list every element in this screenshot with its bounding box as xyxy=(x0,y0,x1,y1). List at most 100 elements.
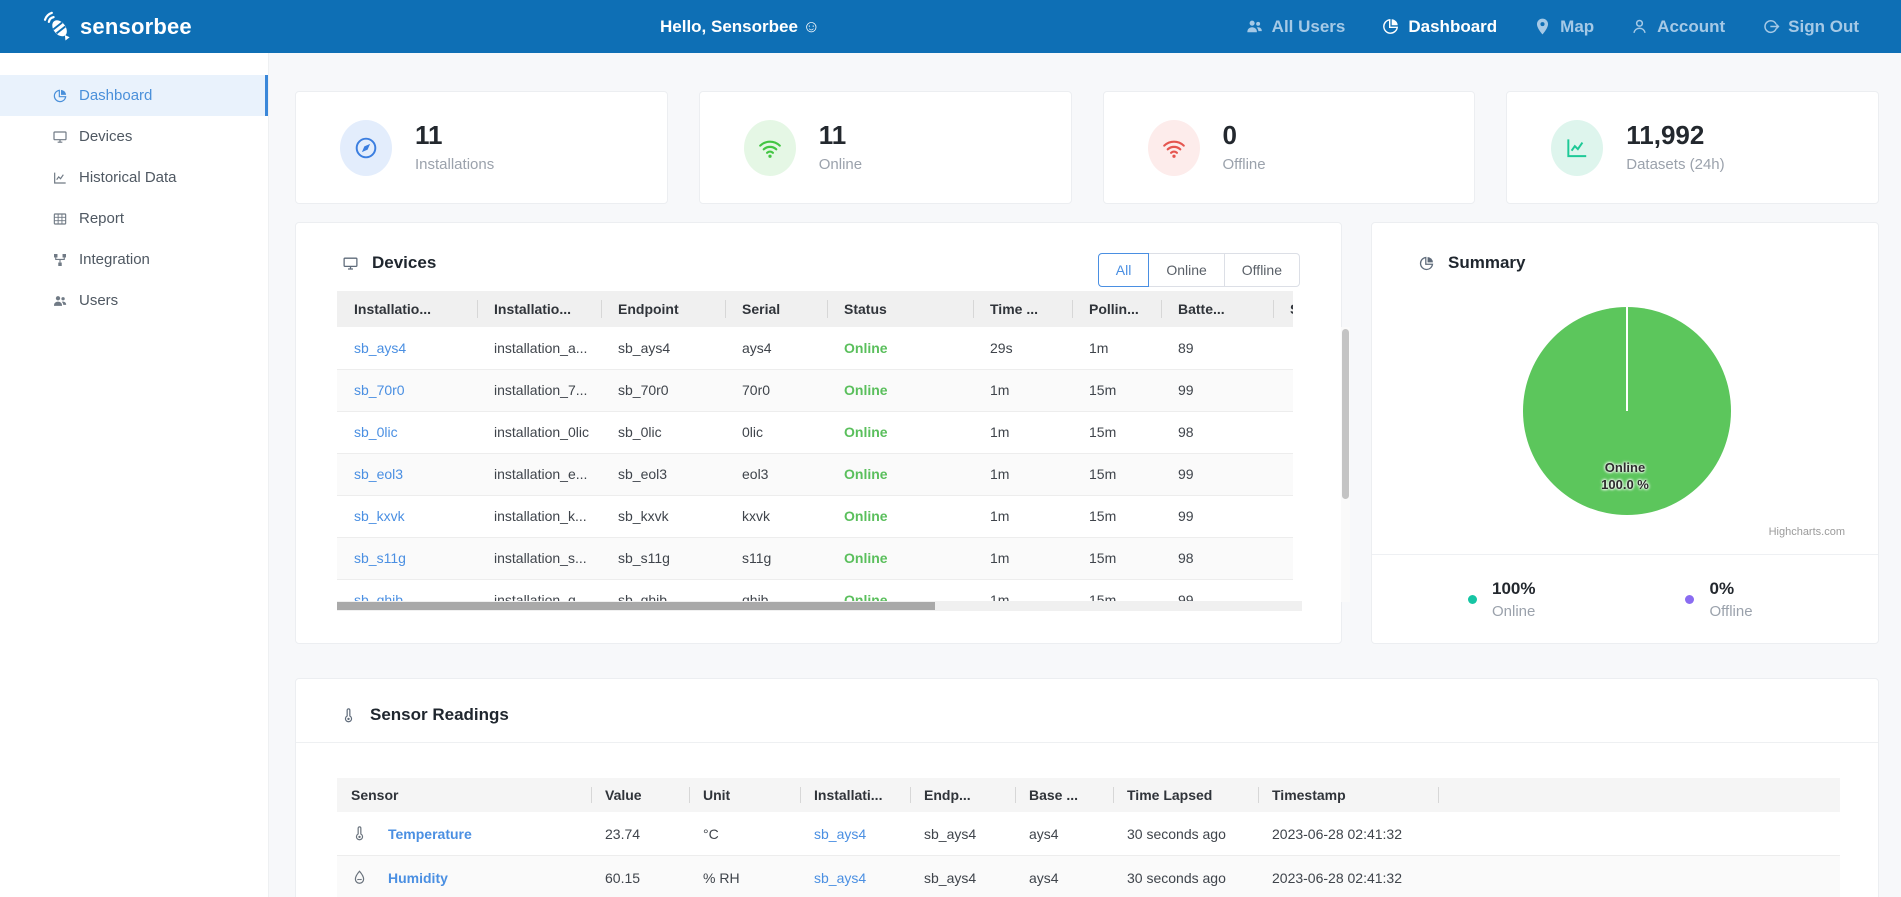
stat-label: Offline xyxy=(1222,156,1266,173)
vertical-scrollbar[interactable] xyxy=(1341,327,1350,602)
horizontal-scrollbar[interactable] xyxy=(337,601,1302,611)
brand-logo[interactable]: sensorbee xyxy=(38,6,192,47)
summary-panel-title: Summary xyxy=(1448,253,1526,272)
polling-cell: 15m xyxy=(1072,411,1161,454)
time-cell: 29s xyxy=(973,327,1072,370)
column-header: Serial xyxy=(725,291,827,327)
installation-cell: installation_0lic xyxy=(477,411,601,454)
filter-online-button[interactable]: Online xyxy=(1148,253,1225,287)
summary-panel: Summary Online 100.0 % Highcharts.com 10… xyxy=(1371,222,1879,644)
installation-point-link[interactable]: sb_kxvk xyxy=(354,508,405,524)
time-cell: 1m xyxy=(973,453,1072,496)
sidebar-item-report[interactable]: Report xyxy=(0,198,268,239)
column-header: Endp... xyxy=(910,778,1015,812)
polling-cell: 15m xyxy=(1072,453,1161,496)
installation-cell: installation_k... xyxy=(477,495,601,538)
nav-item-all-users[interactable]: All Users xyxy=(1245,17,1345,37)
table-row: sb_0lic installation_0lic sb_0lic 0lic O… xyxy=(337,411,1293,454)
cut-cell xyxy=(1273,495,1293,538)
installation-point-link[interactable]: sb_0lic xyxy=(354,424,398,440)
filter-offline-button[interactable]: Offline xyxy=(1223,253,1300,287)
devices-table: Installatio... Installatio... Endpoint S… xyxy=(337,291,1293,611)
sidebar-item-devices[interactable]: Devices xyxy=(0,116,268,157)
table-row: sb_70r0 installation_7... sb_70r0 70r0 O… xyxy=(337,369,1293,412)
installation-cell: installation_e... xyxy=(477,453,601,496)
legend-dot-online xyxy=(1468,594,1477,604)
stat-value: 11 xyxy=(818,120,847,150)
summary-panel-header: Summary xyxy=(1372,223,1878,273)
serial-cell: s11g xyxy=(725,537,827,580)
thermometer-icon xyxy=(351,825,368,842)
stat-value: 11 xyxy=(415,120,443,150)
column-header: Base ... xyxy=(1015,778,1113,812)
serial-cell: kxvk xyxy=(725,495,827,538)
column-header: Pollin... xyxy=(1072,291,1161,327)
stat-value: 0 xyxy=(1222,120,1237,150)
status-badge: Online xyxy=(827,327,973,370)
time-lapsed-cell: 30 seconds ago xyxy=(1113,812,1258,856)
summary-legend: 100% Online 0% Offline xyxy=(1372,554,1878,643)
endpoint-cell: sb_ays4 xyxy=(910,855,1015,897)
endpoint-cell: sb_ays4 xyxy=(601,327,725,370)
installation-point-link[interactable]: sb_ays4 xyxy=(354,340,406,356)
column-header: Time ... xyxy=(973,291,1072,327)
device-status-filter: All Online Offline xyxy=(1097,253,1300,287)
nav-item-map[interactable]: Map xyxy=(1533,17,1594,37)
status-badge: Online xyxy=(827,369,973,412)
devices-panel: Devices All Online Offline Installatio..… xyxy=(295,222,1350,644)
thermometer-icon xyxy=(340,707,357,724)
nav-item-sign-out[interactable]: Sign Out xyxy=(1761,17,1859,37)
sidebar-item-dashboard[interactable]: Dashboard xyxy=(0,75,268,116)
nav-item-account[interactable]: Account xyxy=(1630,17,1725,37)
legend-dot-offline xyxy=(1685,594,1695,604)
humidity-icon xyxy=(351,869,368,886)
sensor-table-body: Temperature 23.74 °C sb_ays4 sb_ays4 ays… xyxy=(337,812,1840,897)
installation-point-link[interactable]: sb_s11g xyxy=(354,550,406,566)
stat-card-offline: 0 Offline xyxy=(1102,91,1476,204)
time-cell: 1m xyxy=(973,495,1072,538)
devices-table-body: sb_ays4 installation_a... sb_ays4 ays4 O… xyxy=(337,327,1293,611)
nav-item-dashboard[interactable]: Dashboard xyxy=(1381,17,1497,37)
table-row: sb_eol3 installation_e... sb_eol3 eol3 O… xyxy=(337,453,1293,496)
sensor-link[interactable]: Humidity xyxy=(388,870,448,886)
status-badge: Online xyxy=(827,537,973,580)
installation-link[interactable]: sb_ays4 xyxy=(814,826,866,842)
users-group-icon xyxy=(1245,17,1264,36)
installation-point-link[interactable]: sb_70r0 xyxy=(354,382,405,398)
sidebar-item-historical-data[interactable]: Historical Data xyxy=(0,157,268,198)
battery-cell: 99 xyxy=(1161,453,1273,496)
time-cell: 1m xyxy=(973,537,1072,580)
installation-point-link[interactable]: sb_eol3 xyxy=(354,466,403,482)
monitor-icon xyxy=(342,255,359,272)
time-cell: 1m xyxy=(973,411,1072,454)
polling-cell: 15m xyxy=(1072,369,1161,412)
polling-cell: 1m xyxy=(1072,327,1161,370)
stats-row: 11 Installations 11 Online 0 Offline 11,… xyxy=(295,91,1879,204)
column-header: Installatio... xyxy=(477,291,601,327)
pie-slice-divider xyxy=(1626,307,1628,411)
legend-item-online: 100% Online xyxy=(1468,579,1535,620)
sidebar-item-integration[interactable]: Integration xyxy=(0,239,268,280)
highcharts-credit[interactable]: Highcharts.com xyxy=(1769,526,1845,538)
cut-cell xyxy=(1273,537,1293,580)
filter-all-button[interactable]: All xyxy=(1097,253,1150,287)
sidebar-item-users[interactable]: Users xyxy=(0,280,268,321)
serial-cell: eol3 xyxy=(725,453,827,496)
status-badge: Online xyxy=(827,411,973,454)
installation-link[interactable]: sb_ays4 xyxy=(814,870,866,886)
cut-cell xyxy=(1273,411,1293,454)
endpoint-cell: sb_0lic xyxy=(601,411,725,454)
status-badge: Online xyxy=(827,495,973,538)
sensor-table-header-row: Sensor Value Unit Installati... Endp... … xyxy=(337,778,1840,812)
chart-line-icon xyxy=(1551,119,1604,176)
column-header: S xyxy=(1273,291,1293,327)
time-cell: 1m xyxy=(973,369,1072,412)
sensor-link[interactable]: Temperature xyxy=(388,826,472,842)
serial-cell: 70r0 xyxy=(725,369,827,412)
pie-chart-icon xyxy=(1381,17,1400,36)
endpoint-cell: sb_ays4 xyxy=(910,812,1015,856)
status-badge: Online xyxy=(827,453,973,496)
timestamp-cell: 2023-06-28 02:41:32 xyxy=(1258,812,1438,856)
column-header: Batte... xyxy=(1161,291,1273,327)
column-header: Unit xyxy=(689,778,800,812)
